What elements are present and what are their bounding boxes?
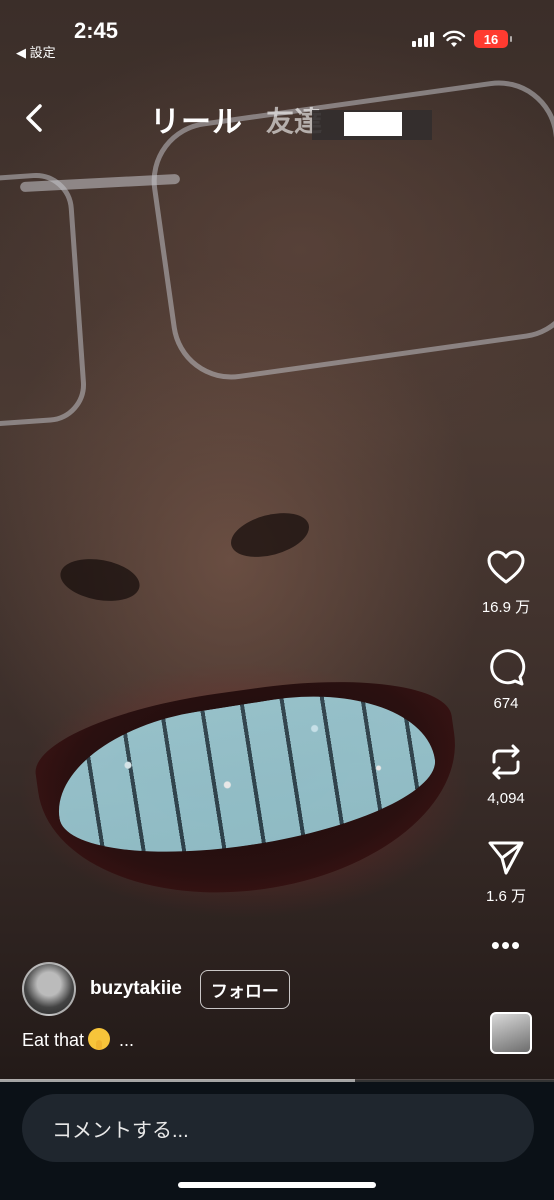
follow-button[interactable]: フォロー <box>199 969 290 1009</box>
comment-action[interactable]: 674 <box>486 647 526 712</box>
audio-track-thumbnail[interactable] <box>490 1012 532 1054</box>
share-action[interactable]: 1.6 万 <box>486 837 526 906</box>
cellular-signal-icon <box>412 31 434 47</box>
comment-placeholder: コメントする... <box>52 1119 189 1142</box>
send-icon[interactable] <box>486 837 526 877</box>
caption-text: Eat that <box>22 1030 85 1050</box>
share-count: 1.6 万 <box>485 888 527 905</box>
status-time: 2:45 <box>74 18 119 43</box>
redaction-block <box>344 112 402 136</box>
nostril <box>57 553 143 607</box>
action-rail: 16.9 万 674 4,094 1.6 万 ••• <box>476 548 536 961</box>
more-icon[interactable]: ••• <box>491 930 521 961</box>
like-count: 16.9 万 <box>481 599 531 616</box>
avatar[interactable] <box>22 962 76 1016</box>
chevron-left-icon[interactable] <box>20 100 50 136</box>
repost-count: 4,094 <box>487 790 525 807</box>
battery-icon: 16 <box>474 30 512 48</box>
comment-bubble-icon[interactable] <box>486 647 526 687</box>
username[interactable]: buzytakiie <box>90 978 182 1000</box>
like-action[interactable]: 16.9 万 <box>482 548 530 617</box>
glasses-left-lens <box>0 170 89 430</box>
nostril <box>226 505 314 565</box>
heart-icon[interactable] <box>486 548 526 588</box>
caption[interactable]: Eat that ... <box>22 1028 134 1051</box>
caption-more[interactable]: ... <box>114 1030 134 1050</box>
home-indicator[interactable] <box>178 1182 376 1188</box>
status-indicators: 16 <box>412 30 512 48</box>
comment-input[interactable]: コメントする... <box>22 1094 534 1162</box>
status-back-to-settings[interactable]: ◀ 設定 <box>16 42 56 61</box>
repost-icon[interactable] <box>486 742 526 782</box>
reel-video[interactable] <box>0 0 554 1080</box>
shushing-emoji-icon <box>88 1028 111 1050</box>
post-author-row: buzytakiie フォロー <box>22 962 290 1016</box>
wifi-icon <box>442 30 466 47</box>
repost-action[interactable]: 4,094 <box>486 742 526 807</box>
comment-count: 674 <box>493 695 519 712</box>
tab-reels[interactable]: リール <box>150 97 243 141</box>
